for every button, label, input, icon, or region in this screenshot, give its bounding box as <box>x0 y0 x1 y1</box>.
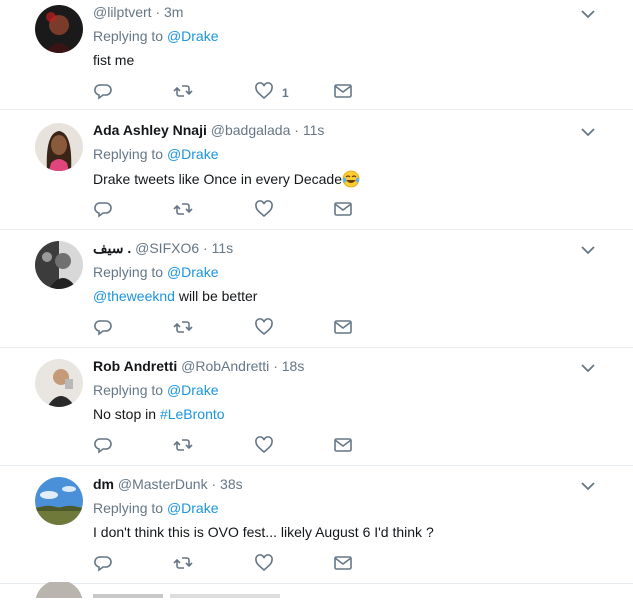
tweet-2[interactable]: Ada Ashley Nnaji @badgalada · 11s Replyi… <box>0 118 633 230</box>
tweet-text: fist me <box>93 52 134 68</box>
tweet-text-body: Drake tweets like Once in every Decade <box>93 171 342 187</box>
avatar[interactable] <box>35 123 83 171</box>
like-icon[interactable] <box>254 317 274 337</box>
chevron-down-icon[interactable] <box>580 124 596 140</box>
replying-to-line: Replying to @Drake <box>93 500 219 516</box>
avatar[interactable] <box>35 359 83 407</box>
avatar[interactable] <box>35 477 83 525</box>
reply-icon[interactable] <box>93 81 113 101</box>
direct-message-icon[interactable] <box>333 199 353 219</box>
tweet-header: @lilptvert · 3m <box>93 4 183 20</box>
tweet-text-body: will be better <box>174 288 258 304</box>
replying-to-label: Replying to <box>93 500 164 516</box>
tweet-text-body: No stop in <box>93 406 160 422</box>
replying-to-label: Replying to <box>93 146 164 162</box>
like-icon[interactable] <box>254 199 274 219</box>
tweet-actions <box>93 435 393 457</box>
timestamp[interactable]: 18s <box>282 358 305 374</box>
direct-message-icon[interactable] <box>333 435 353 455</box>
retweet-icon[interactable] <box>173 199 193 219</box>
user-display-name[interactable]: سيف . <box>93 240 131 256</box>
reply-icon[interactable] <box>93 553 113 573</box>
avatar[interactable] <box>35 5 83 53</box>
tears-of-joy-emoji-icon <box>342 170 360 188</box>
chevron-down-icon[interactable] <box>580 6 596 22</box>
tweet-header: dm @MasterDunk · 38s <box>93 476 243 492</box>
tweet-text: No stop in #LeBronto <box>93 406 225 422</box>
replying-to-line: Replying to @Drake <box>93 28 219 44</box>
avatar[interactable] <box>35 241 83 289</box>
tweet-header: Rob Andretti @RobAndretti · 18s <box>93 358 304 374</box>
chevron-down-icon[interactable] <box>580 360 596 376</box>
separator-dot: · <box>273 358 278 374</box>
replying-to-line: Replying to @Drake <box>93 382 219 398</box>
tweet-4[interactable]: Rob Andretti @RobAndretti · 18s Replying… <box>0 354 633 466</box>
user-handle[interactable]: @MasterDunk <box>118 476 208 492</box>
user-handle[interactable]: @badgalada <box>211 122 291 138</box>
mention-link[interactable]: @Drake <box>167 28 219 44</box>
mention-link[interactable]: @Drake <box>167 382 219 398</box>
tweet-3[interactable]: سيف . @SIFXO6 · 11s Replying to @Drake @… <box>0 236 633 348</box>
replying-to-line: Replying to @Drake <box>93 146 219 162</box>
user-handle[interactable]: @lilptvert <box>93 4 152 20</box>
tweet-text: @theweeknd will be better <box>93 288 257 304</box>
like-icon[interactable] <box>254 435 274 455</box>
separator-dot: · <box>203 240 208 256</box>
separator-dot: · <box>211 476 217 492</box>
reply-icon[interactable] <box>93 317 113 337</box>
replying-to-line: Replying to @Drake <box>93 264 219 280</box>
chevron-down-icon[interactable] <box>580 478 596 494</box>
tweet-actions: 1 <box>93 81 393 103</box>
chevron-down-icon[interactable] <box>580 242 596 258</box>
tweet-text-body: I don't think this is OVO fest... likely… <box>93 524 434 540</box>
timestamp[interactable]: 11s <box>303 122 325 138</box>
retweet-icon[interactable] <box>173 81 193 101</box>
reply-icon[interactable] <box>93 435 113 455</box>
user-handle[interactable]: @SIFXO6 <box>135 240 199 256</box>
mention-link[interactable]: @Drake <box>167 264 219 280</box>
user-handle[interactable]: @RobAndretti <box>181 358 269 374</box>
tweet-5[interactable]: dm @MasterDunk · 38s Replying to @Drake … <box>0 472 633 584</box>
tweet-text: I don't think this is OVO fest... likely… <box>93 524 434 540</box>
direct-message-icon[interactable] <box>333 553 353 573</box>
direct-message-icon[interactable] <box>333 81 353 101</box>
mention-link[interactable]: @Drake <box>167 146 219 162</box>
retweet-icon[interactable] <box>173 553 193 573</box>
replying-to-label: Replying to <box>93 382 164 398</box>
tweet-actions <box>93 317 393 339</box>
next-tweet-preview <box>35 580 280 603</box>
tweet-1[interactable]: @lilptvert · 3m Replying to @Drake fist … <box>0 0 633 110</box>
retweet-icon[interactable] <box>173 435 193 455</box>
reply-icon[interactable] <box>93 199 113 219</box>
replying-to-label: Replying to <box>93 28 164 44</box>
timestamp[interactable]: 38s <box>220 476 243 492</box>
tweet-text: Drake tweets like Once in every Decade <box>93 170 360 188</box>
tweet-text-body: fist me <box>93 52 135 68</box>
tweet-actions <box>93 199 393 221</box>
replying-to-label: Replying to <box>93 264 164 280</box>
tweet-actions <box>93 553 393 575</box>
hashtag-link[interactable]: #LeBronto <box>160 406 225 422</box>
user-display-name[interactable]: Ada Ashley Nnaji <box>93 122 207 138</box>
tweet-header: Ada Ashley Nnaji @badgalada · 11s <box>93 122 324 138</box>
tweet-header: سيف . @SIFXO6 · 11s <box>93 240 233 257</box>
user-display-name[interactable]: dm <box>93 476 114 492</box>
like-icon[interactable] <box>254 553 274 573</box>
tweet-mention-link[interactable]: @theweeknd <box>93 288 175 304</box>
direct-message-icon[interactable] <box>333 317 353 337</box>
user-display-name[interactable]: Rob Andretti <box>93 358 177 374</box>
like-icon[interactable] <box>254 81 274 101</box>
like-count: 1 <box>282 86 289 100</box>
separator-dot: · <box>294 122 299 138</box>
mention-link[interactable]: @Drake <box>167 500 219 516</box>
retweet-icon[interactable] <box>173 317 193 337</box>
timestamp[interactable]: 3m <box>164 4 183 20</box>
timestamp[interactable]: 11s <box>212 240 234 256</box>
next-tweet-partial[interactable] <box>0 580 633 603</box>
separator-dot: · <box>155 4 161 20</box>
